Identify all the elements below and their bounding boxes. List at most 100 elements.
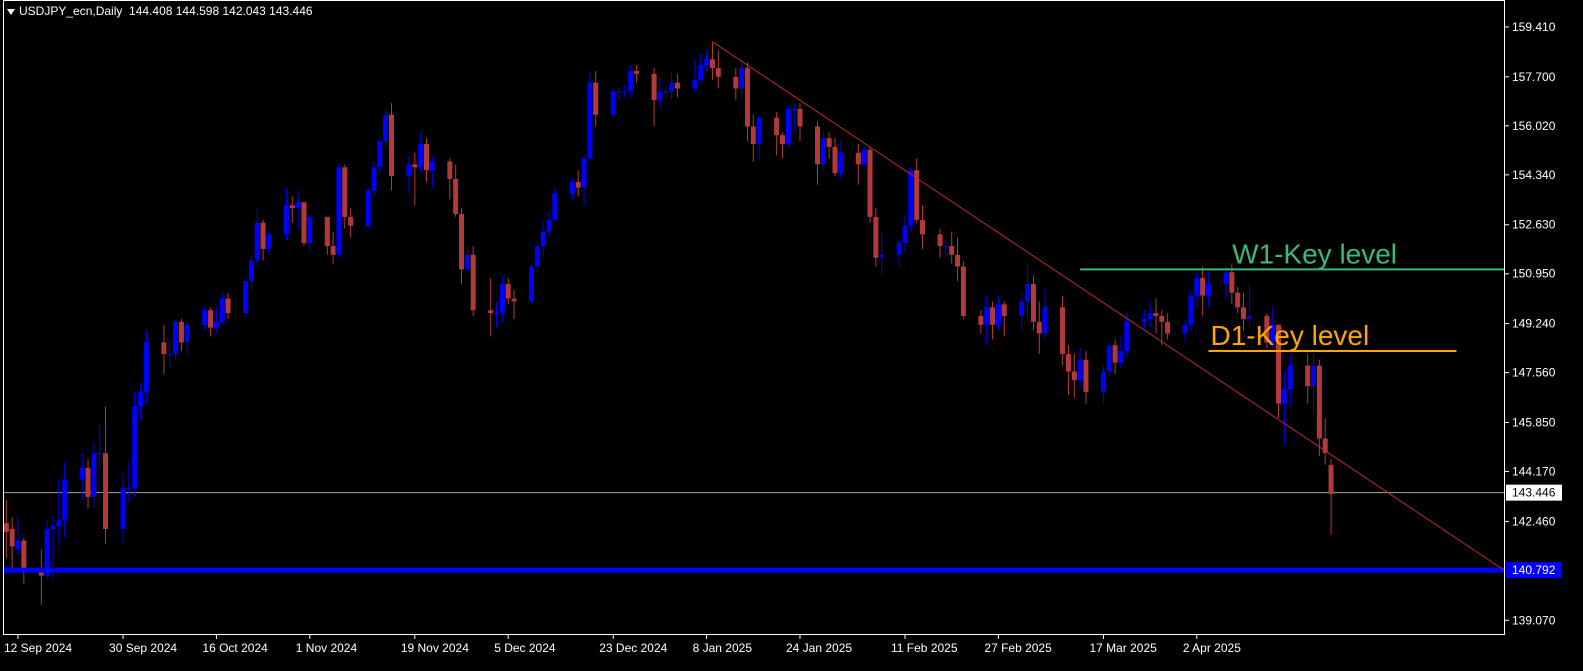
y-tick-label: 159.410 <box>1512 20 1556 34</box>
y-tick-label: 144.170 <box>1512 465 1556 479</box>
candle <box>610 88 616 118</box>
x-tick-label: 12 Sep 2024 <box>4 641 72 655</box>
candle-body <box>1281 388 1287 404</box>
candle-body <box>494 313 500 315</box>
candle-body <box>698 65 704 80</box>
candle-body <box>1019 301 1025 317</box>
candle-body <box>330 246 336 255</box>
dropdown-triangle-icon[interactable] <box>7 8 15 15</box>
chart-canvas[interactable]: 140.792 W1-Key level D1-Key level 159.410 1… <box>0 0 1583 666</box>
chart-header[interactable]: USDJPY_ecn,Daily 144.408 144.598 142.043… <box>7 4 313 18</box>
candle-body <box>1141 318 1147 322</box>
candle-body <box>213 321 219 328</box>
candle <box>336 164 342 258</box>
candle-body <box>1246 316 1252 319</box>
candle-body <box>1071 371 1077 381</box>
candle-body <box>225 298 231 314</box>
candle-body <box>429 161 435 171</box>
candle-body <box>173 321 179 354</box>
candle-body <box>388 114 394 177</box>
candle <box>867 146 873 223</box>
candle-body <box>651 73 657 101</box>
candle-body <box>85 467 91 497</box>
candle <box>301 202 307 247</box>
candle-body <box>1223 272 1229 284</box>
candle-body <box>622 91 628 93</box>
candle-body <box>920 219 926 235</box>
candle-body <box>744 68 750 127</box>
candle-body <box>634 71 640 74</box>
y-tick-label: 147.560 <box>1512 366 1556 380</box>
candle-body <box>143 342 149 392</box>
candle-body <box>103 453 109 529</box>
candle-body <box>178 321 184 343</box>
support-price-tag: 140.792 <box>1506 562 1562 579</box>
candle-body <box>750 126 756 144</box>
candle-body <box>575 181 581 188</box>
candle-body <box>943 246 949 248</box>
price-chart[interactable]: 140.792 W1-Key level D1-Key level 159.410 1… <box>0 0 1583 666</box>
candle-body <box>348 216 354 226</box>
candle-body <box>814 126 820 165</box>
candle-body <box>499 283 505 314</box>
candle-body <box>616 91 622 93</box>
candle-body <box>879 254 885 258</box>
candle-body <box>1328 464 1334 494</box>
current-price-tag-label: 143.446 <box>1512 486 1556 500</box>
candle-body <box>540 231 546 247</box>
candle-body <box>464 254 470 270</box>
candle-body <box>587 82 593 159</box>
candle <box>908 167 914 232</box>
candle-body <box>1305 365 1311 387</box>
candle-body <box>3 523 9 532</box>
candle-body <box>295 202 301 209</box>
candle-body <box>505 283 511 299</box>
candle-body <box>949 246 955 255</box>
candle-body <box>1124 321 1130 352</box>
x-tick-label: 2 Apr 2025 <box>1183 641 1241 655</box>
candle-body <box>1235 292 1241 308</box>
candle-body <box>15 540 21 550</box>
candle-body <box>470 254 476 311</box>
candle <box>470 246 476 317</box>
candle <box>1188 289 1194 331</box>
x-tick-label: 8 Jan 2025 <box>693 641 753 655</box>
candle-body <box>1194 278 1200 296</box>
candle-body <box>56 520 62 527</box>
candle-body <box>955 254 961 267</box>
candle-body <box>529 266 535 302</box>
candle-body <box>1077 359 1083 381</box>
candle-body <box>990 307 996 325</box>
candle-body <box>511 298 517 302</box>
y-tick-label: 152.630 <box>1512 218 1556 232</box>
candle-body <box>336 167 342 255</box>
candle-body <box>301 202 307 244</box>
candle <box>529 263 535 305</box>
y-tick-label: 149.240 <box>1512 317 1556 331</box>
candle <box>587 71 593 162</box>
candle-body <box>709 59 715 69</box>
candle-body <box>254 222 260 261</box>
y-tick-label: 156.020 <box>1512 119 1556 133</box>
candle <box>960 260 966 319</box>
candle-body <box>546 219 552 232</box>
candle-body <box>1147 313 1153 319</box>
candle <box>243 278 249 319</box>
candle-body <box>383 114 389 142</box>
candle-body <box>1065 353 1071 372</box>
candle-body <box>488 310 494 314</box>
candle-body <box>855 152 861 165</box>
candle-body <box>774 117 780 136</box>
candle-body <box>97 453 103 455</box>
candle-body <box>669 82 675 92</box>
candle-body <box>569 181 575 194</box>
x-tick-label: 27 Feb 2025 <box>984 641 1052 655</box>
candle-body <box>785 108 791 144</box>
candle-body <box>424 143 429 171</box>
candle-body <box>1118 351 1124 363</box>
candle-body <box>120 488 126 529</box>
candle-body <box>534 246 540 267</box>
candle-body <box>715 68 721 77</box>
candle-body <box>377 141 383 168</box>
candle-body <box>1159 316 1165 322</box>
